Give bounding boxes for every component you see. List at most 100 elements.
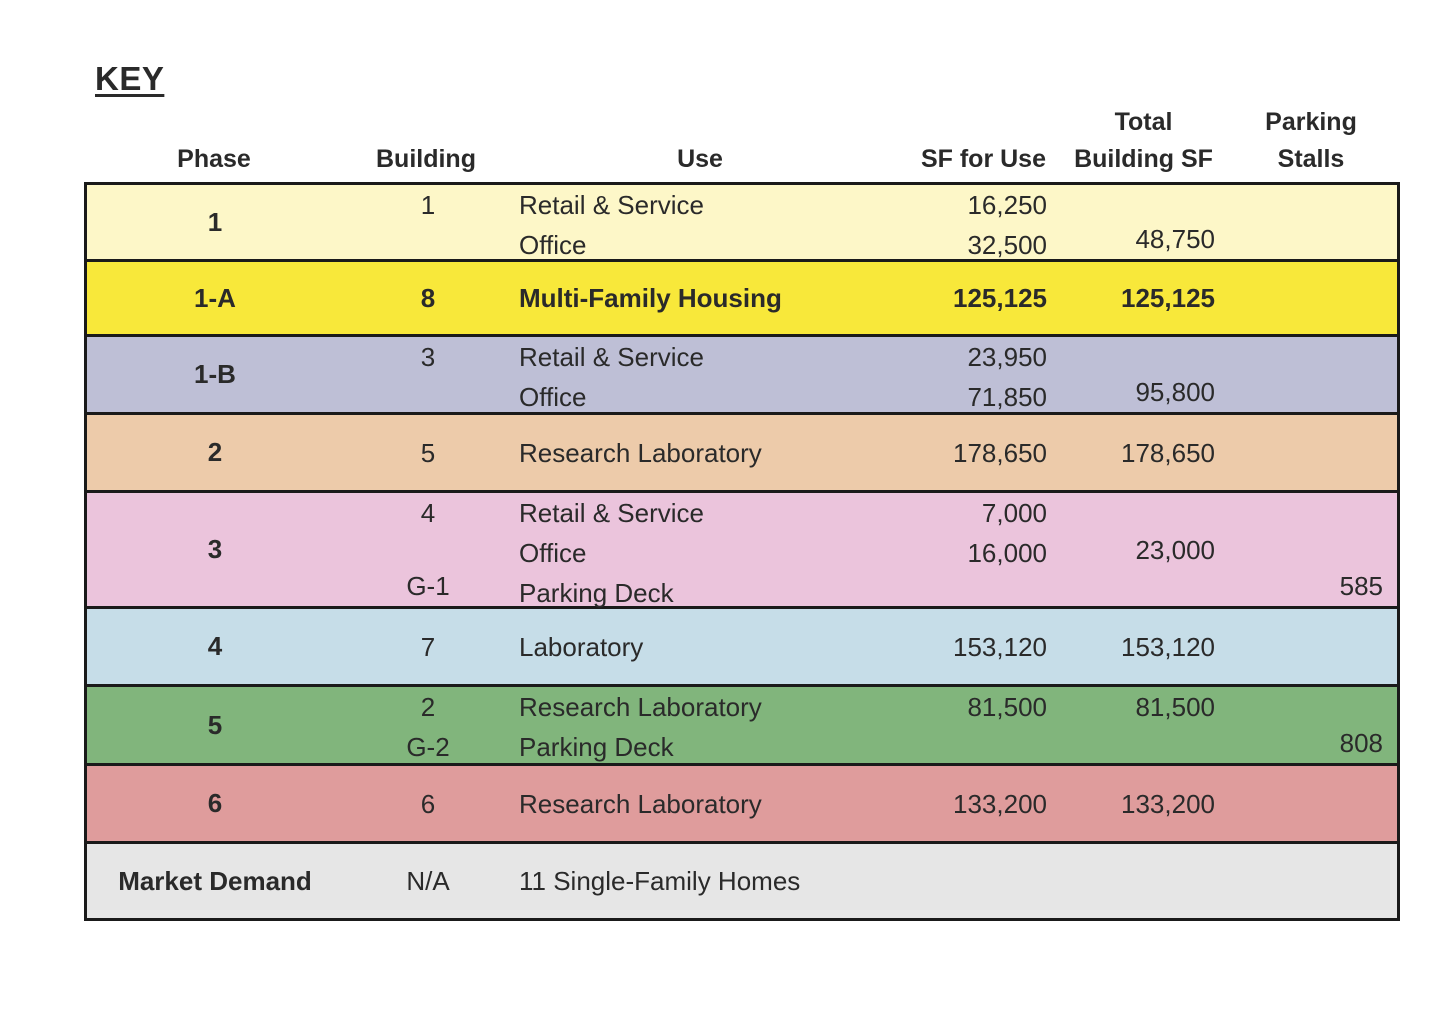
cell-total-building-sf-value: 95,800 [1135, 377, 1215, 407]
cell-use-value: Research Laboratory [519, 788, 762, 819]
cell-parking-stalls [1247, 609, 1383, 684]
table-row: 4 7 Laboratory 153,120 153,120 [87, 609, 1397, 687]
cell-use: Research Laboratory [519, 766, 939, 841]
cell-total-building-sf: 48,750 [1062, 185, 1215, 259]
cell-use-value: Office [519, 538, 587, 568]
cell-sf-for-use: 16,250 32,500 [897, 185, 1047, 260]
cell-phase: 5 [87, 687, 343, 763]
cell-parking-stalls-value [1247, 493, 1383, 530]
cell-total-building-sf-value [1062, 727, 1215, 763]
header-total-building-sf: Total Building SF [1061, 104, 1226, 178]
table-row: 2 5 Research Laboratory 178,650 178,650 [87, 415, 1397, 493]
cell-parking-stalls-value [1247, 861, 1383, 901]
cell-building: 2 G-2 [343, 687, 513, 763]
phase-label: 4 [207, 631, 223, 661]
header-use: Use [677, 145, 723, 173]
cell-parking-stalls-value [1247, 530, 1383, 567]
phase-label: 1-B [194, 359, 236, 389]
cell-use-value: Laboratory [519, 631, 644, 662]
cell-building-value [343, 225, 513, 259]
cell-total-building-sf [1062, 844, 1215, 918]
cell-use-value: Parking Deck [519, 578, 674, 608]
cell-total-building-sf: 153,120 [1062, 609, 1215, 684]
phase-label: 3 [207, 534, 223, 564]
cell-use: Retail & Service Office [519, 185, 939, 260]
cell-use: 11 Single-Family Homes [519, 844, 939, 918]
cell-sf-for-use-value: 7,000 [981, 498, 1047, 528]
phase-label: Market Demand [118, 865, 312, 896]
cell-use-value: Office [519, 382, 587, 412]
cell-total-building-sf-value: 81,500 [1135, 692, 1215, 722]
cell-sf-for-use-value: 32,500 [967, 230, 1047, 260]
cell-parking-stalls-value [1247, 687, 1383, 723]
header-parking-line1: Parking [1265, 108, 1357, 136]
cell-total-building-sf-value [1062, 861, 1215, 901]
cell-use: Research Laboratory [519, 415, 939, 490]
table-row: Market Demand N/A 11 Single-Family Homes [87, 844, 1397, 921]
cell-sf-for-use: 23,950 71,850 [897, 337, 1047, 412]
cell-phase: 1-A [87, 262, 343, 334]
cell-use: Retail & Service Office [519, 337, 939, 412]
cell-sf-for-use-value: 81,500 [967, 692, 1047, 722]
table-header: Phase Building Use SF for Use Total Buil… [86, 100, 1398, 182]
cell-building-value: G-2 [406, 732, 450, 762]
cell-sf-for-use: 125,125 [897, 262, 1047, 334]
cell-building: 5 [343, 415, 513, 490]
cell-sf-for-use: 81,500 [897, 687, 1047, 763]
cell-building: N/A [343, 844, 513, 918]
cell-parking-stalls: 585 [1247, 493, 1383, 606]
cell-parking-stalls [1247, 185, 1383, 259]
cell-total-building-sf: 178,650 [1062, 415, 1215, 490]
table-row: 1 1 Retail & Service Office 16,250 32,500 48,7… [87, 185, 1397, 262]
cell-parking-stalls-value [1247, 222, 1383, 259]
cell-phase: 6 [87, 766, 343, 841]
cell-sf-for-use-value: 178,650 [953, 437, 1047, 468]
cell-sf-for-use: 133,200 [897, 766, 1047, 841]
cell-total-building-sf: 81,500 [1062, 687, 1215, 763]
cell-sf-for-use-value: 153,120 [953, 631, 1047, 662]
cell-total-building-sf-value: 125,125 [1121, 283, 1215, 313]
cell-building: 7 [343, 609, 513, 684]
cell-parking-stalls [1247, 415, 1383, 490]
cell-total-building-sf: 125,125 [1062, 262, 1215, 334]
cell-building-value: G-1 [406, 571, 450, 601]
phase-label: 1 [207, 206, 223, 237]
header-sf-for-use: SF for Use [920, 145, 1046, 173]
cell-total-building-sf-value [1062, 185, 1215, 219]
cell-parking-stalls: 808 [1247, 687, 1383, 763]
table-row: 1-A 8 Multi-Family Housing 125,125 125,125 [87, 262, 1397, 337]
cell-sf-for-use-value [897, 573, 1047, 606]
cell-parking-stalls [1247, 844, 1383, 918]
cell-phase: Market Demand [87, 844, 343, 918]
cell-parking-stalls-value [1247, 278, 1383, 318]
header-building: Building [376, 145, 476, 173]
cell-use: Research Laboratory Parking Deck [519, 687, 939, 763]
phase-label: 1-A [194, 282, 236, 313]
cell-total-building-sf-value [1062, 493, 1215, 530]
cell-use-value: Retail & Service [519, 190, 704, 220]
cell-parking-stalls [1247, 766, 1383, 841]
cell-parking-stalls [1247, 337, 1383, 412]
cell-sf-for-use-value: 71,850 [967, 382, 1047, 412]
table-row: 1-B 3 Retail & Service Office 23,950 71,850 95… [87, 337, 1397, 415]
cell-building-value: 1 [420, 190, 436, 220]
cell-sf-for-use: 178,650 [897, 415, 1047, 490]
cell-building-value: 7 [420, 631, 436, 662]
cell-sf-for-use: 153,120 [897, 609, 1047, 684]
cell-sf-for-use-value: 16,000 [967, 538, 1047, 568]
cell-building-value [343, 533, 513, 566]
cell-building-value [343, 377, 513, 412]
cell-use: Retail & Service Office Parking Deck [519, 493, 939, 608]
cell-total-building-sf-value: 23,000 [1135, 534, 1215, 565]
phase-label: 6 [207, 788, 223, 818]
header-total-line2: Building SF [1074, 145, 1213, 173]
cell-use: Multi-Family Housing [519, 262, 939, 334]
cell-building-value: 4 [420, 498, 436, 528]
cell-sf-for-use-value [897, 861, 1047, 901]
cell-sf-for-use [897, 844, 1047, 918]
cell-phase: 1 [87, 185, 343, 259]
cell-total-building-sf-value: 48,750 [1135, 224, 1215, 254]
cell-phase: 1-B [87, 337, 343, 412]
cell-use-value: Retail & Service [519, 342, 704, 372]
cell-parking-stalls-value [1247, 185, 1383, 222]
